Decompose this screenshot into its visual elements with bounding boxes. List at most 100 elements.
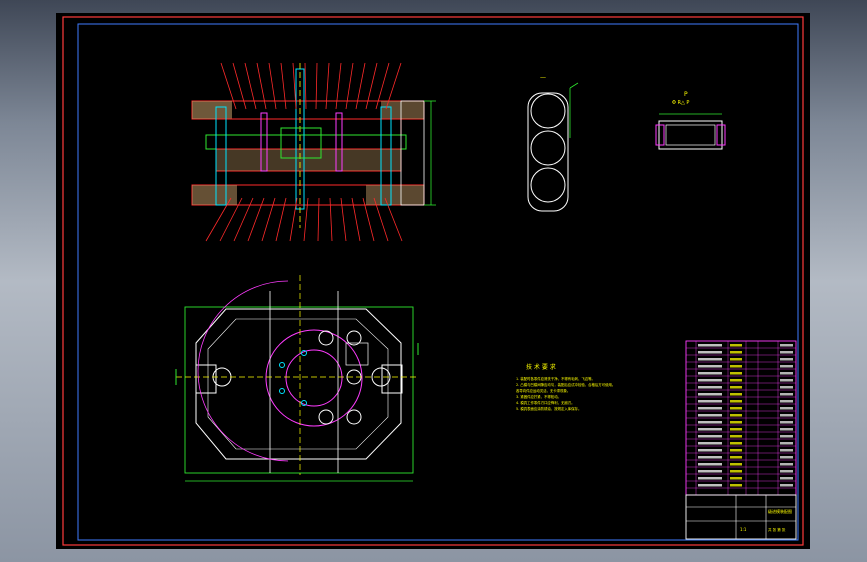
parts-cell-text [730, 365, 742, 368]
part-detail-view[interactable]: P Φ R△ P [655, 91, 726, 150]
parts-cell-text [780, 414, 793, 417]
title-block[interactable]: 级进模装配图 1:1 共 张 第 张 [685, 494, 797, 540]
leader-line [335, 62, 342, 110]
leader-line [289, 197, 298, 242]
blank-circle-2 [530, 130, 566, 166]
parts-cell-text [780, 344, 793, 347]
drawing-scale: 1:1 [740, 527, 747, 532]
parts-cell-text [698, 428, 722, 431]
guide-block [345, 342, 369, 366]
parts-cell-text [730, 449, 742, 452]
strip-layout-view[interactable]: — [527, 74, 579, 212]
parts-cell-text [698, 484, 722, 487]
leader-line [280, 62, 287, 110]
parts-cell-text [730, 358, 742, 361]
parts-list-table[interactable] [685, 340, 797, 496]
parts-cell-text [730, 414, 742, 417]
leader-line [351, 197, 361, 242]
parts-cell-text [780, 386, 793, 389]
tech-req-title: 技 术 要 求 [526, 363, 556, 371]
drawing-sheet: 共 张 第 张 [768, 527, 786, 532]
technical-requirements[interactable]: 技 术 要 求 1. 装配时各零件应清洗干净，不得有毛刺、飞边等。 2. 凸模与… [516, 363, 615, 411]
parts-cell-text [698, 435, 722, 438]
parts-cell-text [780, 456, 793, 459]
parts-cell-text [730, 442, 742, 445]
hole-1 [318, 330, 334, 346]
leader-line [256, 62, 267, 110]
parts-cell-text [730, 386, 742, 389]
leader-line [315, 62, 318, 110]
tech-req-line-4: 3. 紧固件应拧紧，不得松动。 [516, 394, 561, 399]
hole-4 [318, 409, 334, 425]
blank-circle-3 [530, 167, 566, 203]
cad-drawing-canvas[interactable]: — P Φ R△ P 技 术 要 求 1. 装配时各零件应清洗干净，不得有毛刺、… [56, 13, 810, 549]
part-inner [665, 124, 716, 146]
parts-cell-text [780, 428, 793, 431]
parts-cell-text [698, 344, 722, 347]
hole-5 [346, 409, 362, 425]
section-view[interactable] [191, 63, 436, 228]
parts-cell-text [730, 428, 742, 431]
parts-cell-text [780, 407, 793, 410]
die-ring-inner [285, 349, 343, 407]
pin-1 [279, 362, 285, 368]
leader-line [365, 62, 378, 110]
parts-cell-text [698, 372, 722, 375]
parts-cell-text [698, 351, 722, 354]
leader-line [261, 197, 276, 242]
parts-cell-text [730, 484, 742, 487]
parts-cell-text [780, 365, 793, 368]
lower-plate-hatch [192, 185, 237, 205]
plan-view[interactable] [175, 275, 419, 482]
punch-holder [215, 118, 402, 136]
die-ring-outer [265, 329, 363, 427]
parts-cell-text [698, 449, 722, 452]
parts-cell-text [698, 379, 722, 382]
strip-dim-arrow [569, 82, 579, 89]
parts-cell-text [698, 477, 722, 480]
leader-line [355, 62, 366, 110]
sheet-inner-frame [77, 23, 799, 541]
parts-cell-text [698, 470, 722, 473]
cad-viewport[interactable]: — P Φ R△ P 技 术 要 求 1. 装配时各零件应清洗干净，不得有毛刺、… [56, 13, 810, 549]
parts-cell-text [698, 463, 722, 466]
sheet-outer-frame [62, 16, 804, 546]
parts-cell-text [698, 400, 722, 403]
pin-2 [279, 388, 285, 394]
leader-line [244, 62, 257, 110]
parts-cell-text [730, 407, 742, 410]
leader-line [268, 62, 277, 110]
leader-line [304, 62, 307, 110]
leader-line [275, 197, 287, 242]
parts-cell-text [730, 379, 742, 382]
parts-cell-text [730, 393, 742, 396]
parts-cell-text [780, 435, 793, 438]
leader-line [340, 197, 347, 242]
parts-cell-text [780, 484, 793, 487]
lower-plate-hatch-right [366, 185, 424, 205]
section-arc [197, 280, 289, 462]
parts-cell-text [780, 449, 793, 452]
parts-cell-text [730, 400, 742, 403]
parts-cell-text [730, 435, 742, 438]
part-view-caption: Φ R△ P [672, 100, 689, 106]
parts-cell-text [730, 372, 742, 375]
parts-cell-text [780, 463, 793, 466]
part-view-label: P [684, 91, 688, 98]
parts-cell-text [780, 400, 793, 403]
parts-cell-text [780, 421, 793, 424]
tech-req-line-1: 1. 装配时各零件应清洗干净，不得有毛刺、飞边等。 [516, 376, 595, 381]
parts-cell-text [698, 442, 722, 445]
parts-cell-text [780, 477, 793, 480]
parts-cell-text [780, 379, 793, 382]
tech-req-line-2: 2. 凸模与凹模间隙应均匀，装配后应试冲检验，合格后方可使用。 [516, 382, 615, 387]
parts-cell-text [730, 351, 742, 354]
parts-cell-text [730, 470, 742, 473]
parts-cell-text [780, 393, 793, 396]
leader-line [329, 197, 333, 242]
leader-line [345, 62, 354, 110]
stripper-plate [205, 134, 407, 150]
parts-cell-text [780, 372, 793, 375]
part-leaders-top [220, 62, 402, 110]
part-left-cap [655, 124, 665, 146]
